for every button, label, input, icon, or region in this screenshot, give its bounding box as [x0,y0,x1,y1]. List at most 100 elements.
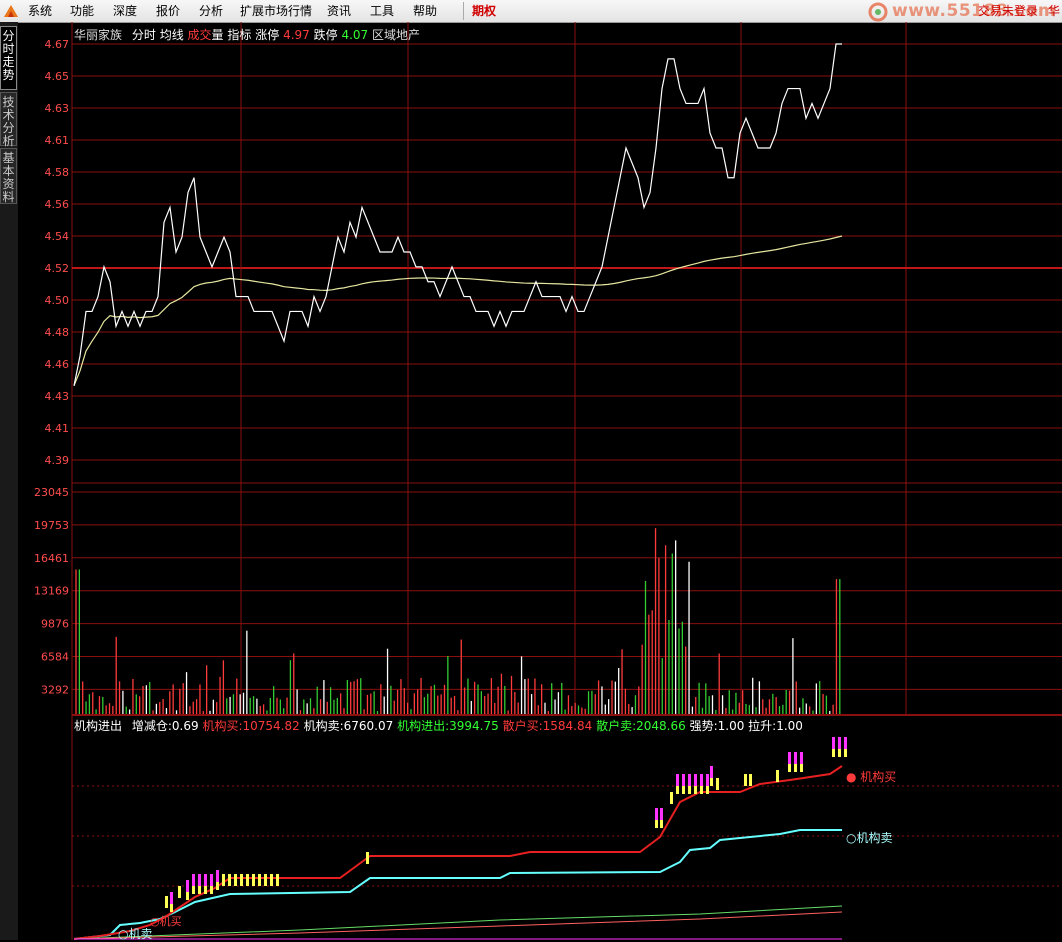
flow-marker-bar-base [170,904,173,912]
flow-marker-bar [716,778,719,790]
price-panel-header: 华丽家族 分时 均线 成交量 指标 涨停 4.97 跌停 4.07 区域地产 [74,26,420,43]
stock-name: 华丽家族 [74,28,123,42]
flow-marker-bar-base [210,886,213,894]
retail-buy-line [73,911,843,940]
flow-marker-bar [204,874,207,886]
menu-tools[interactable]: 工具 [370,3,394,19]
inst-sell-lower-label: ○机卖 [118,927,153,941]
mode-label[interactable]: 分时 [132,28,156,42]
menu-help[interactable]: 帮助 [413,3,437,19]
flow-marker-bar-base [706,786,709,794]
flow-marker-bar [744,774,747,786]
flow-marker-bar [710,766,713,778]
flow-marker-bar [234,874,237,886]
flow-marker-bar [688,774,691,786]
flow-marker-bar-base [216,882,219,890]
flow-item-position-change: 增减仓:0.69 [131,719,199,733]
flow-marker-bar [749,774,752,786]
menu-separator [463,2,464,20]
sector-label[interactable]: 区域地产 [372,28,420,42]
indicator-label[interactable]: 指标 [227,28,251,42]
menu-options[interactable]: 期权 [472,3,496,19]
flow-marker-bar-base [838,749,841,757]
volume-tick-label: 23045 [34,486,69,499]
flow-marker-bar [655,808,658,820]
login-status-link[interactable]: 交易未登录 [978,2,1038,19]
flow-marker-bar [165,896,168,908]
menu-extended-market[interactable]: 扩展市场行情 [240,3,312,19]
flow-title[interactable]: 机构进出 [74,719,122,733]
volume-label-part1[interactable]: 成交 [188,28,212,42]
flow-marker-bar [186,880,189,892]
flow-panel-header: 机构进出 增减仓:0.69 机构买:10754.82 机构卖:6760.07 机… [74,717,803,734]
flow-marker-bar [700,774,703,786]
flow-marker-bar [276,874,279,886]
flow-item-inst-sell: 机构卖:6760.07 [303,719,394,733]
flow-marker-bar [776,770,779,782]
menu-function[interactable]: 功能 [70,3,94,19]
flow-marker-bar [216,870,219,882]
volume-tick-label: 13169 [34,585,69,598]
inst-buy-lower-label: ○机买 [150,915,182,928]
flow-marker-bar-base [186,892,189,900]
flow-marker-bar [800,752,803,764]
price-tick-label: 4.54 [45,230,70,243]
average-price-line [73,235,843,386]
flow-marker-bar-base [794,764,797,772]
flow-marker-bar-base [682,786,685,794]
flow-marker-bar [170,892,173,904]
price-axis: 4.67 4.65 4.63 4.61 4.58 4.56 4.54 4.52 4.50 4.48… [45,38,70,467]
flow-marker-bar [178,886,181,898]
flow-marker-bar [794,752,797,764]
price-line [73,43,842,386]
flow-marker-bar [264,874,267,886]
flow-marker-bar [838,737,841,749]
price-tick-label: 4.61 [45,134,70,147]
flow-marker-bar-base [192,886,195,894]
volume-tick-label: 19753 [34,519,69,532]
flow-marker-bar [252,874,255,886]
flow-item-retail-buy: 散户买:1584.84 [502,719,593,733]
price-tick-label: 4.58 [45,166,70,179]
flow-marker-bar-base [688,786,691,794]
volume-axis: 23045 19753 16461 13169 9876 6584 3292 [34,486,69,696]
flow-marker-bar [676,774,679,786]
flow-marker-bar-base [676,786,679,794]
flow-marker-bar-base [844,749,847,757]
price-tick-label: 4.43 [45,390,70,403]
flow-marker-bar [198,874,201,886]
menu-analysis[interactable]: 分析 [199,3,223,19]
flow-marker-bar-base [832,749,835,757]
price-tick-label: 4.50 [45,294,70,307]
price-tick-label: 4.52 [45,262,70,275]
flow-marker-bar-base [700,786,703,794]
volume-tick-label: 6584 [41,651,69,664]
inst-sell-line-label: ○机构卖 [846,831,893,845]
inst-buy-line-label: ● 机构买 [846,770,897,784]
flow-marker-bar-base [204,886,207,894]
volume-label-part2[interactable]: 量 [212,28,224,42]
price-series [73,43,842,386]
flow-marker-bar-base [655,820,658,828]
flow-marker-bar [694,774,697,786]
fund-flow-chart [73,737,847,940]
menu-news[interactable]: 资讯 [327,3,351,19]
avg-line-label[interactable]: 均线 [160,28,184,42]
average-series [73,235,843,386]
menu-depth[interactable]: 深度 [113,3,137,19]
chart-area[interactable]: 4.67 4.65 4.63 4.61 4.58 4.56 4.54 4.52 4.50 4.48… [0,22,1062,940]
app-logo-icon[interactable] [3,3,19,19]
flow-marker-bar [270,874,273,886]
price-tick-label: 4.46 [45,358,70,371]
limit-down-label: 跌停 [313,28,338,42]
flow-marker-bar-base [198,886,201,894]
menu-system[interactable]: 系统 [28,3,52,19]
limit-up-label: 涨停 [255,28,280,42]
menu-quote[interactable]: 报价 [156,3,180,19]
inst-buy-line [73,765,843,940]
volume-bars [75,528,841,714]
flow-item-strength: 强势:1.00 [689,719,745,733]
price-tick-label: 4.56 [45,198,70,211]
flow-marker-bar [682,774,685,786]
flow-marker-bar [246,874,249,886]
